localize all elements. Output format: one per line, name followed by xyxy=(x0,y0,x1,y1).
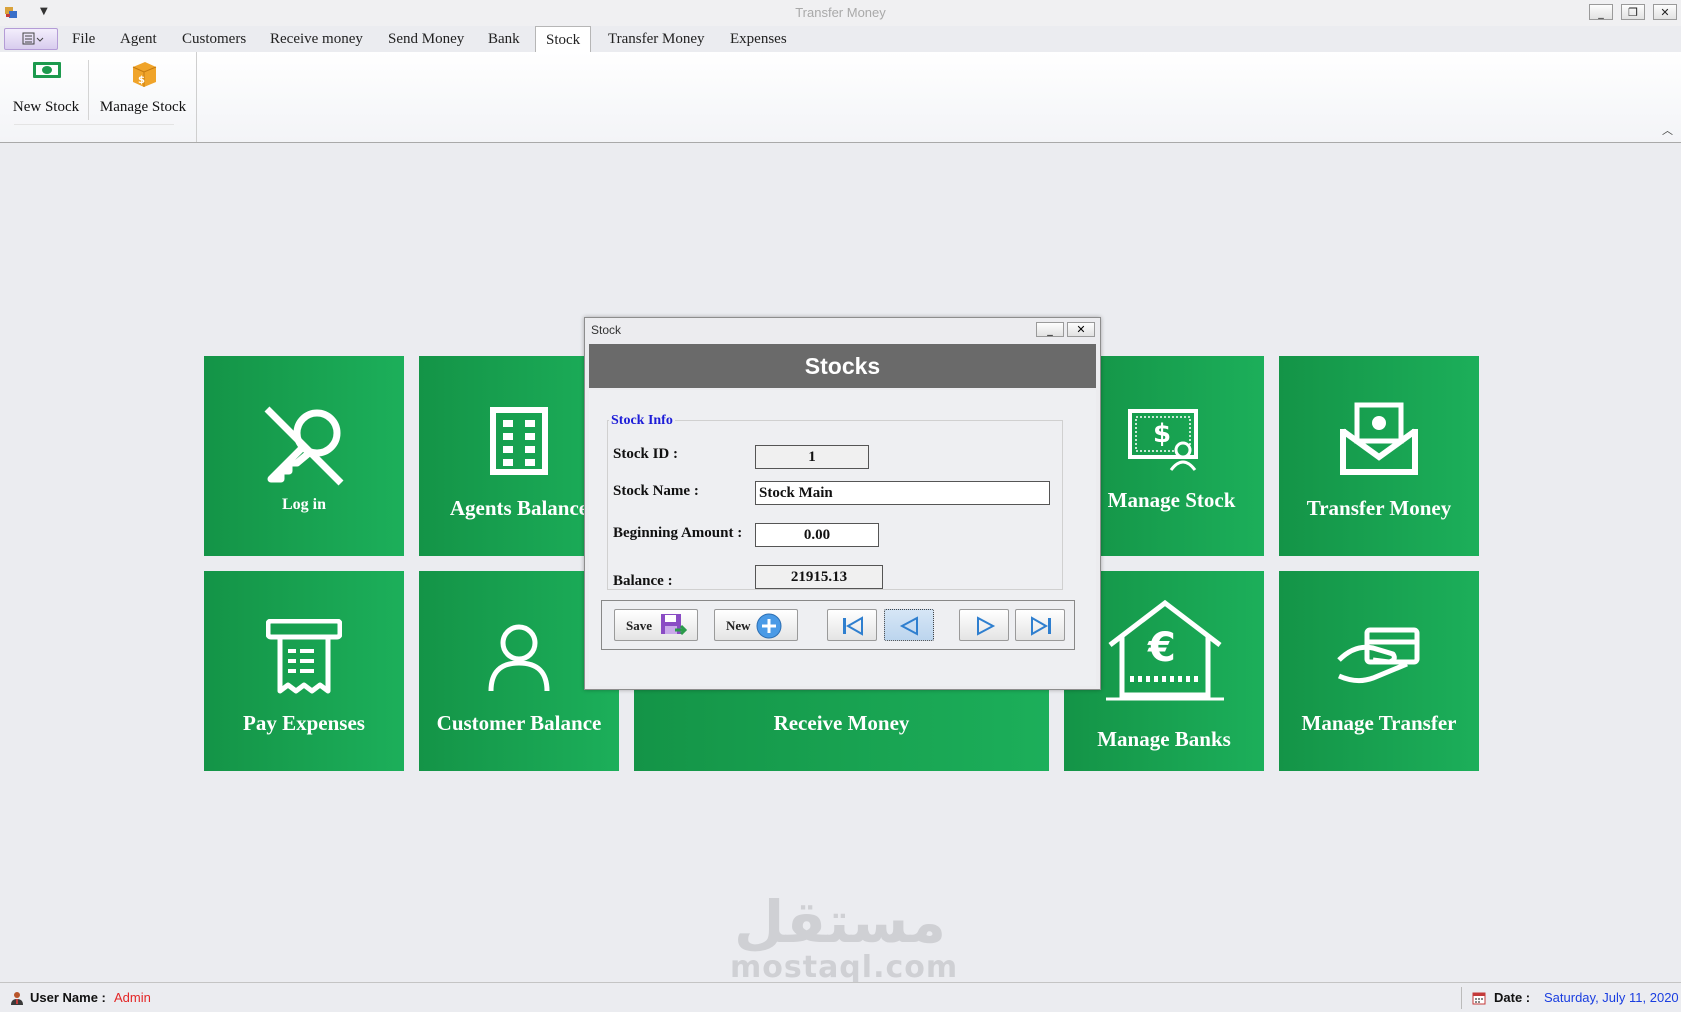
tab-transfer-money[interactable]: Transfer Money xyxy=(598,26,715,52)
collapse-ribbon-icon[interactable]: ︿ xyxy=(1662,122,1673,138)
add-circle-icon xyxy=(756,613,782,639)
tab-bank[interactable]: Bank xyxy=(478,26,530,52)
bank-euro-icon: € xyxy=(1106,599,1224,701)
check-dollar-icon: $ xyxy=(1128,409,1198,471)
manage-stock-button[interactable]: $ Manage Stock xyxy=(94,58,192,116)
stock-id-label: Stock ID : xyxy=(613,446,679,462)
stock-id-field[interactable]: 1 xyxy=(755,445,869,469)
calendar-icon xyxy=(1472,992,1486,1005)
close-button[interactable]: ✕ xyxy=(1653,4,1677,20)
skip-first-icon xyxy=(843,616,863,636)
ribbon-tab-row: File Agent Customers Receive money Send … xyxy=(0,26,1681,53)
dialog-title-bar[interactable]: Stock _ ✕ xyxy=(585,318,1100,342)
minimize-button[interactable]: _ xyxy=(1589,4,1613,20)
ribbon-panel: New Stock $ Manage Stock ︿ xyxy=(0,52,1681,143)
tab-agent[interactable]: Agent xyxy=(110,26,167,52)
user-icon xyxy=(11,992,23,1005)
tab-expenses[interactable]: Expenses xyxy=(720,26,797,52)
tile-log-in-label: Log in xyxy=(281,496,326,513)
restore-button[interactable]: ❐ xyxy=(1621,4,1645,20)
dialog-header: Stocks xyxy=(589,344,1096,388)
key-disabled-icon xyxy=(264,406,344,486)
tile-receive-money-label: Receive Money xyxy=(773,711,910,735)
dialog-close-button[interactable]: ✕ xyxy=(1067,322,1095,337)
tab-customers[interactable]: Customers xyxy=(172,26,256,52)
new-button[interactable]: New xyxy=(714,609,798,641)
next-record-button[interactable] xyxy=(959,609,1009,641)
stock-name-label: Stock Name : xyxy=(613,483,699,499)
tile-log-in[interactable]: Log in xyxy=(204,356,404,556)
previous-record-button[interactable] xyxy=(884,609,934,641)
tile-manage-transfer-label: Manage Transfer xyxy=(1301,711,1457,735)
svg-text:$: $ xyxy=(138,75,145,86)
ribbon-divider xyxy=(88,60,89,120)
user-name-label: User Name : xyxy=(30,990,106,1005)
tab-send-money[interactable]: Send Money xyxy=(378,26,474,52)
dialog-window-title: Stock xyxy=(591,323,622,337)
application-menu-button[interactable] xyxy=(4,28,58,50)
previous-icon xyxy=(899,616,918,636)
svg-text:€: € xyxy=(1147,625,1176,671)
new-label: New xyxy=(726,618,751,633)
money-envelope-icon xyxy=(1340,402,1418,475)
last-record-button[interactable] xyxy=(1015,609,1065,641)
tab-stock[interactable]: Stock xyxy=(535,26,592,53)
balance-label: Balance : xyxy=(613,573,673,589)
tile-manage-transfer[interactable]: Manage Transfer xyxy=(1279,571,1479,771)
date-label: Date : xyxy=(1494,990,1531,1005)
save-button[interactable]: Save xyxy=(614,609,698,641)
balance-field[interactable]: 21915.13 xyxy=(755,565,883,589)
tile-pay-expenses[interactable]: Pay Expenses xyxy=(204,571,404,771)
first-record-button[interactable] xyxy=(827,609,877,641)
svg-text:$: $ xyxy=(1153,419,1171,449)
beginning-amount-field[interactable]: 0.00 xyxy=(755,523,879,547)
receipt-icon xyxy=(266,619,342,694)
status-bar: User Name : Admin Date : Saturday, July … xyxy=(0,982,1681,1012)
dialog-minimize-button[interactable]: _ xyxy=(1036,322,1064,337)
record-navigation-bar: Save New xyxy=(601,600,1075,650)
watermark-arabic: مستقل xyxy=(733,888,947,956)
card-hand-icon xyxy=(1337,627,1420,684)
manage-stock-label: Manage Stock xyxy=(99,99,187,115)
date-value: Saturday, July 11, 2020 xyxy=(1544,990,1679,1005)
tile-manage-stock[interactable]: $ Manage Stock xyxy=(1079,356,1264,556)
tile-transfer-money-label: Transfer Money xyxy=(1306,496,1452,520)
building-icon xyxy=(490,407,548,475)
tile-manage-stock-label: Manage Stock xyxy=(1107,488,1236,512)
title-bar: ▼ Transfer Money _ ❐ ✕ xyxy=(0,0,1681,26)
user-name-value: Admin xyxy=(114,990,151,1005)
watermark: مستقل mostaql.com xyxy=(730,888,959,985)
tile-transfer-money[interactable]: Transfer Money xyxy=(1279,356,1479,556)
tile-customer-balance-label: Customer Balance xyxy=(436,711,602,735)
skip-last-icon xyxy=(1031,616,1051,636)
new-stock-button[interactable]: New Stock xyxy=(6,58,86,116)
banknote-icon xyxy=(33,62,61,78)
menu-icon xyxy=(22,32,44,45)
window-title: Transfer Money xyxy=(795,5,886,20)
status-separator xyxy=(1461,987,1462,1009)
stock-name-field[interactable]: Stock Main xyxy=(755,481,1050,505)
next-icon xyxy=(977,616,996,636)
floppy-save-icon xyxy=(661,614,688,636)
ribbon-group-stock: New Stock $ Manage Stock xyxy=(2,52,197,142)
new-stock-label: New Stock xyxy=(12,99,80,115)
tile-pay-expenses-label: Pay Expenses xyxy=(243,711,365,735)
user-icon xyxy=(488,624,550,692)
beginning-amount-label: Beginning Amount : xyxy=(613,525,743,541)
save-label: Save xyxy=(626,618,652,633)
tab-file[interactable]: File xyxy=(62,26,105,52)
stock-dialog: Stock _ ✕ Stocks Stock Info Stock ID : 1… xyxy=(584,317,1101,690)
tab-receive-money[interactable]: Receive money xyxy=(260,26,373,52)
stock-box-icon: $ xyxy=(132,62,157,87)
stock-info-group-title: Stock Info xyxy=(609,413,675,429)
tile-manage-banks-label: Manage Banks xyxy=(1097,727,1231,751)
watermark-latin: mostaql.com xyxy=(730,950,959,985)
ribbon-group-caption-line xyxy=(14,124,174,125)
